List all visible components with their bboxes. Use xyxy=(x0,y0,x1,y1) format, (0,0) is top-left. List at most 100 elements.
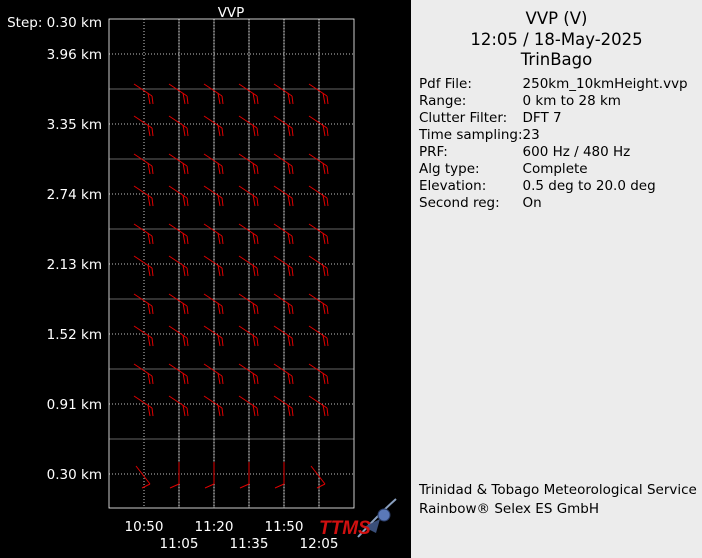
info-title-product: VVP (V) xyxy=(525,9,588,28)
wind-barb xyxy=(238,325,259,347)
wind-barb xyxy=(133,153,154,175)
wind-barb xyxy=(308,325,329,347)
info-value: DFT 7 xyxy=(522,110,562,126)
wind-barb xyxy=(310,465,326,489)
wind-barb xyxy=(273,293,294,315)
info-row: Clutter Filter: DFT 7 xyxy=(419,110,688,127)
x-tick-label: 11:35 xyxy=(230,536,269,552)
wind-barb xyxy=(308,255,329,277)
info-table: Pdf File: 250km_10kmHeight.vvp Range: 0 km… xyxy=(419,76,688,212)
wind-barb xyxy=(308,115,329,137)
footer-organization: Trinidad & Tobago Meteorological Service xyxy=(419,482,697,498)
wind-barb xyxy=(308,363,329,385)
wind-barb xyxy=(238,255,259,277)
chart-title: VVP xyxy=(218,5,245,21)
info-value: 0 km to 28 km xyxy=(522,93,621,109)
wind-barb xyxy=(238,153,259,175)
wind-barb xyxy=(308,153,329,175)
info-row: Pdf File: 250km_10kmHeight.vvp xyxy=(419,76,688,93)
wind-barb xyxy=(273,83,294,105)
wind-barb xyxy=(274,462,285,489)
info-value: 0.5 deg to 20.0 deg xyxy=(522,178,656,194)
x-tick-label: 10:50 xyxy=(125,519,164,535)
x-tick-label: 11:20 xyxy=(195,519,234,535)
wind-barb xyxy=(273,325,294,347)
wind-barb xyxy=(273,153,294,175)
wind-barb xyxy=(238,115,259,137)
info-value: Complete xyxy=(522,161,588,177)
wind-barb xyxy=(238,83,259,105)
y-tick-label: 0.30 km xyxy=(47,467,102,483)
wind-barb xyxy=(133,115,154,137)
vvp-plot: VVP Step: 0.30 km 3.96 km 3.35 km 2.74 km 2.1… xyxy=(7,5,355,552)
info-title-site: TrinBago xyxy=(520,50,593,69)
wind-barb xyxy=(203,185,224,207)
wind-barb xyxy=(308,293,329,315)
wind-barb xyxy=(169,462,180,489)
wind-barb xyxy=(168,325,189,347)
wind-barb xyxy=(203,363,224,385)
wind-barb xyxy=(135,465,151,489)
info-row: Time sampling: 23 xyxy=(419,127,688,144)
y-tick-label: 2.13 km xyxy=(47,257,102,273)
wind-barb xyxy=(273,363,294,385)
wind-barb xyxy=(168,223,189,245)
footer-software: Rainbow® Selex ES GmbH xyxy=(419,501,600,517)
wind-barb xyxy=(238,223,259,245)
wind-barb xyxy=(168,255,189,277)
wind-barb xyxy=(238,293,259,315)
info-key: Time sampling: xyxy=(419,127,523,143)
wind-barb xyxy=(238,395,259,417)
wind-barb xyxy=(203,293,224,315)
y-tick-label: 2.74 km xyxy=(47,187,102,203)
vvp-chart-panel: VVP Step: 0.30 km 3.96 km 3.35 km 2.74 km 2.1… xyxy=(0,0,411,558)
y-tick-label: 0.91 km xyxy=(47,397,102,413)
info-key: Second reg: xyxy=(419,195,500,211)
wind-barb xyxy=(273,185,294,207)
wind-barb xyxy=(308,223,329,245)
info-row: Second reg: On xyxy=(419,195,688,212)
wind-barb xyxy=(203,115,224,137)
wind-barb xyxy=(273,223,294,245)
wind-barb xyxy=(273,115,294,137)
info-title-datetime: 12:05 / 18-May-2025 xyxy=(470,29,643,49)
y-tick-label: 3.96 km xyxy=(47,47,102,63)
x-tick-label: 11:05 xyxy=(160,536,199,552)
y-tick-label: 3.35 km xyxy=(47,117,102,133)
wind-barb xyxy=(133,83,154,105)
wind-barb xyxy=(239,462,250,489)
info-key: Pdf File: xyxy=(419,76,472,92)
info-value: 23 xyxy=(522,127,540,143)
wind-barb xyxy=(133,395,154,417)
info-panel: VVP (V) 12:05 / 18-May-2025 TrinBago Pdf… xyxy=(411,0,702,558)
wind-barb xyxy=(203,153,224,175)
info-key: Elevation: xyxy=(419,178,487,194)
wind-barb xyxy=(203,395,224,417)
y-tick-label: 1.52 km xyxy=(47,327,102,343)
wind-barb xyxy=(168,363,189,385)
wind-barb xyxy=(203,83,224,105)
footer-credits: Trinidad & Tobago Meteorological Service… xyxy=(419,481,697,519)
wind-barb xyxy=(168,115,189,137)
info-row: Range: 0 km to 28 km xyxy=(419,93,688,110)
info-key: Clutter Filter: xyxy=(419,110,508,126)
info-row: Alg type: Complete xyxy=(419,161,688,178)
wind-barb xyxy=(238,185,259,207)
x-tick-label: 11:50 xyxy=(265,519,304,535)
wind-barb xyxy=(238,363,259,385)
wind-barb xyxy=(308,83,329,105)
wind-barb xyxy=(273,395,294,417)
wind-barb xyxy=(273,255,294,277)
wind-barb xyxy=(308,185,329,207)
wind-barb xyxy=(133,293,154,315)
wind-barb xyxy=(203,255,224,277)
wind-barb xyxy=(133,363,154,385)
wind-barb xyxy=(203,223,224,245)
wind-barb xyxy=(204,462,215,489)
wind-barb xyxy=(133,325,154,347)
wind-barb xyxy=(168,185,189,207)
wind-barb xyxy=(168,153,189,175)
wind-barb xyxy=(133,255,154,277)
ttms-logo-text: TTMS xyxy=(319,518,371,539)
wind-barb xyxy=(308,395,329,417)
